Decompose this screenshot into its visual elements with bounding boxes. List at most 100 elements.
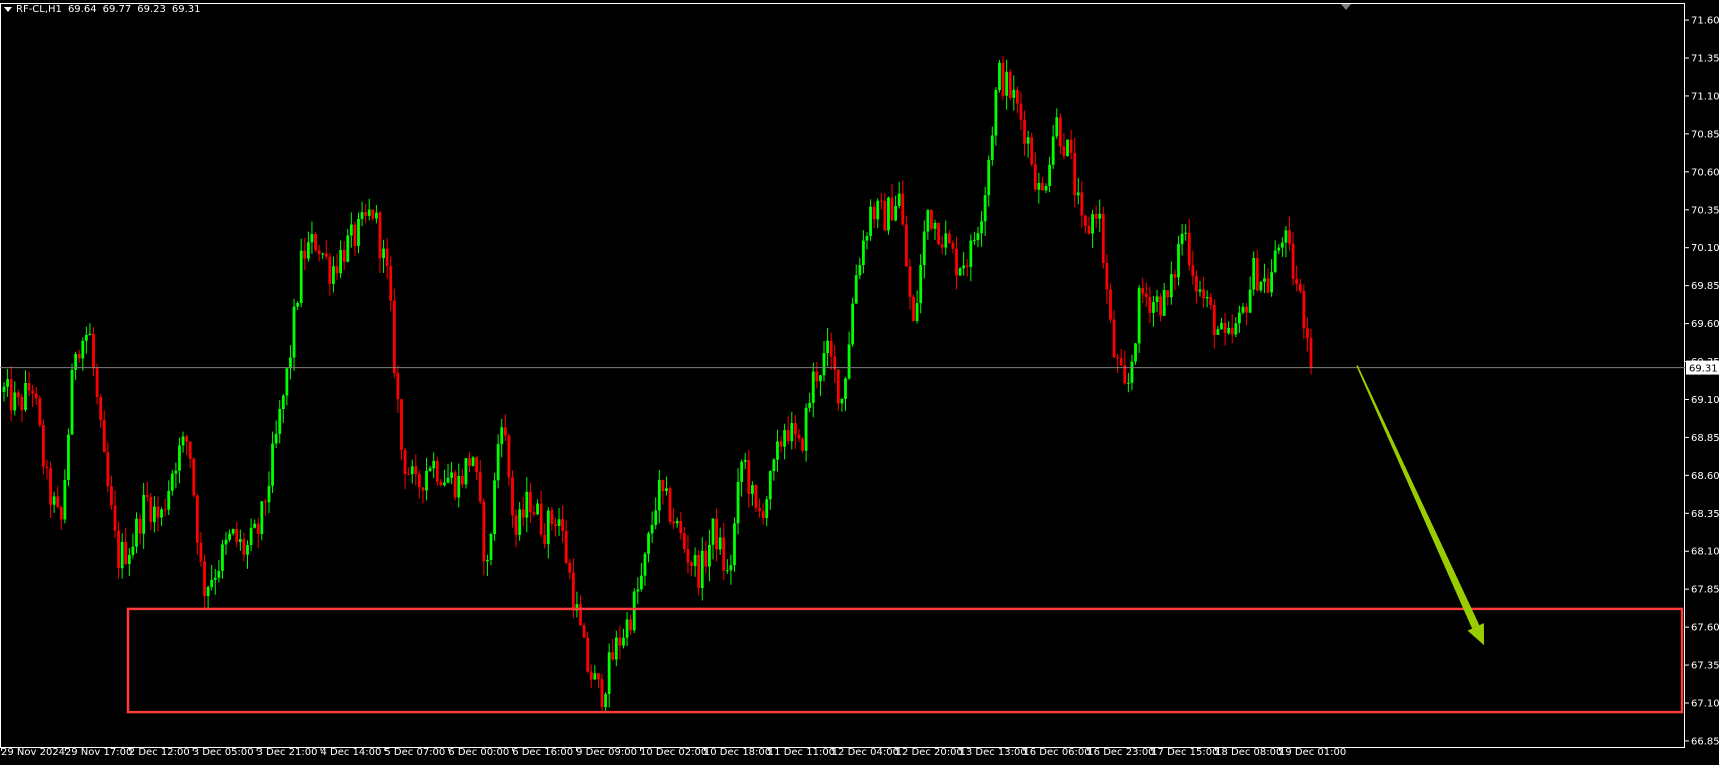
plot-frame bbox=[0, 3, 1685, 748]
candle-body bbox=[1087, 225, 1091, 234]
candle-body bbox=[743, 459, 747, 462]
candle-body bbox=[797, 434, 801, 439]
candle-body bbox=[1019, 103, 1023, 120]
candle-body bbox=[704, 550, 708, 567]
candle-body bbox=[192, 458, 196, 496]
candle-body bbox=[271, 443, 274, 486]
x-tick-label: 10 Dec 18:00 bbox=[704, 747, 771, 758]
candle-body bbox=[546, 510, 550, 545]
candle-body bbox=[1209, 296, 1213, 306]
candle-body bbox=[725, 570, 729, 572]
candle-body bbox=[195, 495, 199, 543]
candle-body bbox=[1159, 296, 1163, 316]
candle-body bbox=[897, 193, 901, 207]
candle-body bbox=[951, 242, 955, 249]
candle-body bbox=[328, 256, 332, 284]
candle-body bbox=[912, 296, 915, 321]
candle-body bbox=[346, 235, 350, 262]
candle-body bbox=[1270, 272, 1274, 293]
candle-body bbox=[249, 527, 253, 546]
candle-body bbox=[801, 438, 804, 451]
candle-body bbox=[1234, 323, 1238, 335]
candle-body bbox=[321, 253, 325, 255]
candle-body bbox=[965, 265, 969, 267]
candle-body bbox=[138, 518, 142, 534]
candle-body bbox=[1295, 278, 1299, 284]
candle-body bbox=[292, 306, 296, 358]
y-tick-label: 67.10 bbox=[1691, 699, 1719, 710]
candle-body bbox=[1119, 358, 1123, 366]
candle-body bbox=[844, 378, 847, 399]
candle-body bbox=[1227, 327, 1231, 334]
candle-body bbox=[493, 480, 496, 535]
candle-body bbox=[142, 494, 146, 534]
candle-body bbox=[1058, 117, 1062, 147]
candle-body bbox=[6, 379, 9, 387]
candle-body bbox=[861, 240, 865, 266]
candle-body bbox=[815, 371, 819, 382]
candle-body bbox=[1094, 214, 1098, 219]
candle-body bbox=[682, 533, 686, 550]
candle-body bbox=[324, 253, 328, 257]
candle-body bbox=[457, 476, 461, 498]
candle-body bbox=[1084, 215, 1087, 226]
candle-body bbox=[299, 250, 303, 303]
candle-body bbox=[221, 544, 224, 571]
candle-body bbox=[446, 477, 450, 483]
candle-body bbox=[543, 534, 547, 545]
candle-body bbox=[1112, 319, 1116, 358]
candle-body bbox=[639, 575, 643, 590]
candle-body bbox=[876, 200, 880, 220]
candle-body bbox=[149, 496, 153, 523]
y-tick-label: 71.35 bbox=[1691, 54, 1719, 65]
candle-body bbox=[940, 244, 944, 248]
candle-body bbox=[1298, 283, 1302, 292]
candle-body bbox=[561, 519, 565, 531]
y-tick-label: 69.85 bbox=[1691, 281, 1719, 292]
candle-body bbox=[443, 482, 446, 486]
candle-body bbox=[475, 457, 479, 473]
candle-body bbox=[378, 212, 382, 259]
candle-body bbox=[278, 409, 282, 434]
x-tick-label: 12 Dec 20:00 bbox=[896, 747, 963, 758]
candle-body bbox=[163, 509, 167, 511]
candle-body bbox=[1105, 263, 1109, 290]
candle-body bbox=[973, 240, 976, 242]
candle-body bbox=[836, 369, 840, 404]
candle-body bbox=[514, 515, 518, 535]
candle-body bbox=[1277, 247, 1281, 251]
candle-body bbox=[131, 546, 135, 555]
candle-body bbox=[847, 344, 851, 379]
candle-body bbox=[156, 506, 160, 518]
candle-body bbox=[589, 671, 593, 680]
candle-body bbox=[439, 481, 443, 486]
candle-body bbox=[84, 334, 88, 341]
y-tick-label: 71.60 bbox=[1691, 16, 1719, 27]
candle-body bbox=[496, 444, 500, 481]
candle-body bbox=[937, 222, 940, 245]
candle-body bbox=[124, 541, 128, 564]
candle-body bbox=[1066, 139, 1069, 156]
candle-body bbox=[654, 510, 658, 525]
candle-body bbox=[614, 637, 618, 660]
candle-body bbox=[1202, 289, 1205, 299]
candle-body bbox=[962, 265, 966, 269]
candle-body bbox=[110, 486, 113, 506]
candle-body bbox=[1252, 258, 1256, 290]
candle-body bbox=[342, 250, 346, 262]
candle-body bbox=[450, 472, 454, 478]
price-chart[interactable]: 71.60 71.35 71.10 70.85 70.60 70.35 70.10 69.85… bbox=[0, 0, 1719, 765]
candle-body bbox=[822, 353, 826, 376]
candle-body bbox=[77, 354, 81, 359]
candle-body bbox=[1055, 117, 1059, 137]
current-price-label: 69.31 bbox=[1689, 364, 1718, 375]
x-tick-label: 19 Dec 01:00 bbox=[1279, 747, 1346, 758]
candle-body bbox=[13, 392, 17, 411]
candle-body bbox=[586, 637, 590, 672]
candle-body bbox=[697, 555, 701, 589]
candle-body bbox=[81, 340, 85, 359]
candle-body bbox=[1291, 243, 1295, 279]
candles bbox=[2, 55, 1313, 713]
candle-body bbox=[289, 357, 292, 369]
candle-body bbox=[793, 423, 797, 435]
